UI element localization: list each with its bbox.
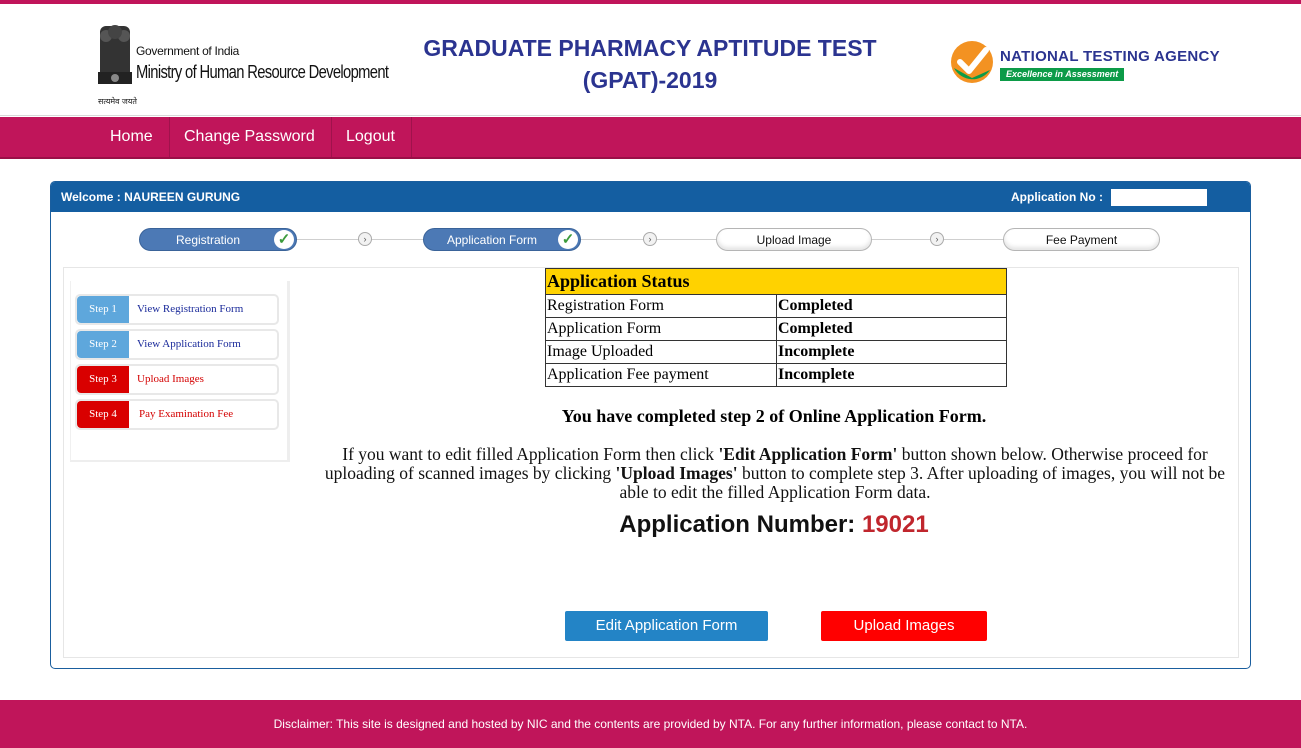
instructions-emphasis: 'Upload Images' (615, 463, 738, 483)
table-row: Application Form Completed (545, 317, 1007, 341)
sidebar-item-pay-fee[interactable]: Step 4 Pay Examination Fee (75, 399, 279, 430)
edit-application-form-button[interactable]: Edit Application Form (565, 611, 768, 641)
application-status-table: Application Status Registration Form Com… (545, 268, 1007, 387)
page-title: GRADUATE PHARMACY APTITUDE TEST (GPAT)-2… (400, 32, 900, 96)
status-item: Application Form (545, 317, 777, 341)
status-item: Image Uploaded (545, 340, 777, 364)
nta-tagline: Excellence in Assessment (1000, 68, 1125, 81)
status-value: Incomplete (776, 340, 1007, 364)
nta-name-text: NATIONAL TESTING AGENCY (1000, 48, 1220, 65)
arrow-right-icon: › (643, 232, 657, 246)
arrow-right-icon: › (930, 232, 944, 246)
welcome-text: Welcome : NAUREEN GURUNG (61, 190, 240, 204)
application-number: Application Number: 19021 (324, 511, 1224, 539)
title-line-2: (GPAT)-2019 (582, 67, 718, 93)
application-number-label: Application Number: (619, 511, 862, 538)
ministry-name-text: Ministry of Human Resource Development (136, 62, 389, 82)
check-icon: ✓ (558, 230, 578, 249)
site-header: सत्यमेव जयते Government of India Ministr… (0, 4, 1301, 116)
application-number-value: 19021 (861, 511, 929, 538)
upload-images-button[interactable]: Upload Images (821, 611, 987, 641)
content-area: Step 1 View Registration Form Step 2 Vie… (63, 267, 1239, 658)
steps-sidebar: Step 1 View Registration Form Step 2 Vie… (70, 281, 290, 462)
sidebar-item-upload-images[interactable]: Step 3 Upload Images (75, 364, 279, 395)
sidebar-item-label: View Registration Form (137, 303, 244, 315)
status-value: Completed (776, 317, 1007, 341)
panel-header: Welcome : NAUREEN GURUNG Application No … (51, 182, 1250, 212)
progress-step-application-form: Application Form ✓ (423, 228, 581, 251)
progress-step-fee-payment: Fee Payment (1003, 228, 1160, 251)
sidebar-item-label: Upload Images (137, 373, 204, 385)
table-row: Application Fee payment Incomplete (545, 363, 1007, 387)
progress-step-label: Registration (175, 233, 241, 247)
progress-steps: Registration ✓ › Application Form ✓ › Up… (61, 220, 1161, 260)
instructions-part: If you want to edit filled Application F… (342, 444, 719, 464)
nta-checkmark-icon (951, 41, 993, 83)
step-completed-message: You have completed step 2 of Online Appl… (561, 406, 987, 426)
progress-step-label: Application Form (446, 233, 538, 247)
sidebar-step-badge: Step 4 (77, 401, 129, 428)
gov-of-india-text: Government of India (136, 44, 240, 58)
sidebar-item-view-registration[interactable]: Step 1 View Registration Form (75, 294, 279, 325)
status-table-heading: Application Status (545, 268, 1007, 295)
emblem-caption: सत्यमेव जयते (98, 97, 137, 106)
site-footer: Disclaimer: This site is designed and ho… (0, 700, 1301, 748)
application-no-value-box (1111, 189, 1207, 206)
nta-logo: NATIONAL TESTING AGENCY Excellence in As… (950, 40, 1220, 88)
instructions-emphasis: 'Edit Application Form' (718, 444, 898, 464)
status-item: Registration Form (545, 294, 777, 318)
sidebar-step-badge: Step 1 (77, 296, 129, 323)
sidebar-step-badge: Step 3 (77, 366, 129, 393)
sidebar-item-label: View Application Form (137, 338, 241, 350)
nav-logout-link[interactable]: Logout (330, 117, 412, 157)
check-icon: ✓ (274, 230, 294, 249)
user-name: NAUREEN GURUNG (124, 190, 241, 204)
status-value: Completed (776, 294, 1007, 318)
table-row: Registration Form Completed (545, 294, 1007, 318)
title-line-1: GRADUATE PHARMACY APTITUDE TEST (423, 35, 877, 61)
sidebar-item-label: Pay Examination Fee (139, 408, 234, 420)
progress-step-registration: Registration ✓ (139, 228, 297, 251)
instructions-text: If you want to edit filled Application F… (320, 445, 1230, 502)
table-row: Image Uploaded Incomplete (545, 340, 1007, 364)
nav-change-password-link[interactable]: Change Password (168, 117, 332, 157)
arrow-right-icon: › (358, 232, 372, 246)
progress-step-upload-image: Upload Image (716, 228, 872, 251)
mhrd-logo: सत्यमेव जयते Government of India Ministr… (94, 22, 389, 108)
sidebar-step-badge: Step 2 (77, 331, 129, 358)
sidebar-item-view-application[interactable]: Step 2 View Application Form (75, 329, 279, 360)
application-panel: Welcome : NAUREEN GURUNG Application No … (50, 181, 1251, 669)
welcome-label: Welcome : (61, 190, 121, 204)
status-value: Incomplete (776, 363, 1007, 387)
nav-home-link[interactable]: Home (94, 117, 170, 157)
application-no-label: Application No : (1011, 190, 1103, 204)
main-navbar: Home Change Password Logout (0, 117, 1301, 159)
status-item: Application Fee payment (545, 363, 777, 387)
